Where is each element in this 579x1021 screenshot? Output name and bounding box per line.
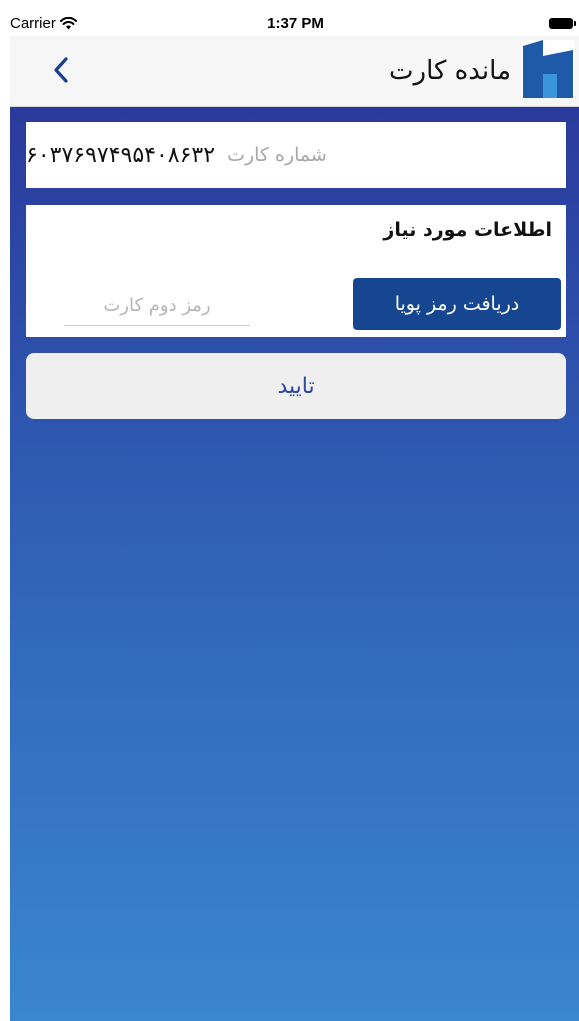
page-title: مانده کارت — [389, 56, 511, 86]
second-password-input[interactable] — [64, 285, 250, 326]
back-button[interactable] — [46, 54, 76, 90]
status-time: 1:37 PM — [267, 15, 324, 32]
status-bar: Carrier 1:37 PM — [10, 6, 579, 36]
chevron-left-icon — [53, 57, 69, 87]
app-screen: Carrier 1:37 PM مانده کارت شماره کارت ۶۰… — [10, 6, 579, 1021]
card-number-label: شماره کارت — [227, 144, 327, 166]
navigation-bar: مانده کارت — [10, 36, 579, 107]
confirm-button[interactable]: تایید — [26, 353, 566, 419]
card-number-value: ۶۰۳۷۶۹۷۴۹۵۴۰۸۶۳۲ — [26, 142, 216, 168]
required-info-title: اطلاعات مورد نیاز — [383, 219, 552, 241]
card-number-row: شماره کارت ۶۰۳۷۶۹۷۴۹۵۴۰۸۶۳۲ — [26, 122, 566, 188]
battery-icon — [549, 18, 576, 29]
required-info-panel: اطلاعات مورد نیاز دریافت رمز پویا — [26, 205, 566, 337]
get-dynamic-password-button[interactable]: دریافت رمز پویا — [353, 278, 561, 330]
content-area: شماره کارت ۶۰۳۷۶۹۷۴۹۵۴۰۸۶۳۲ اطلاعات مورد… — [10, 107, 579, 1021]
bank-saderat-logo — [521, 40, 575, 98]
